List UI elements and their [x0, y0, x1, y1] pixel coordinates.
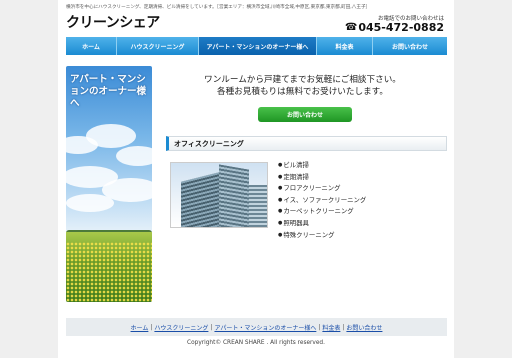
phone-text: 045-472-0882 [358, 21, 444, 34]
list-item: イス、ソファークリーニング [278, 195, 366, 207]
nav-contact[interactable]: お問い合わせ [373, 37, 447, 55]
footer-separator: | [318, 323, 321, 331]
footer-link-contact[interactable]: お問い合わせ [346, 323, 382, 332]
list-item: ビル清掃 [278, 160, 366, 172]
page: 横浜市を中心にハウスクリーニング、定期清掃、ビル清掃をしています。［営業エリア：… [58, 0, 454, 358]
phone-icon: ☎ [344, 22, 358, 33]
lead-line-2: 各種お見積もりは無料でお受けいたします。 [216, 87, 389, 97]
footer-separator: | [150, 323, 153, 331]
lead-line-1: ワンルームから戸建てまでお気軽にご相談下さい。 [204, 75, 401, 85]
site-tagline: 横浜市を中心にハウスクリーニング、定期清掃、ビル清掃をしています。［営業エリア：… [66, 5, 371, 10]
hero-heading: アパート・マンションのオーナー様へ [70, 74, 147, 109]
footer-link-home[interactable]: ホーム [131, 323, 149, 332]
footer-separator: | [342, 323, 345, 331]
nav-house-cleaning[interactable]: ハウスクリーニング [117, 37, 199, 55]
main-nav: ホーム ハウスクリーニング アパート・マンションのオーナー様へ 料金表 お問い合… [66, 37, 447, 55]
footer-link-house-cleaning[interactable]: ハウスクリーニング [154, 323, 208, 332]
contact-button[interactable]: お問い合わせ [258, 107, 352, 122]
footer-nav: ホーム | ハウスクリーニング | アパート・マンションのオーナー様へ | 料金… [66, 318, 447, 336]
office-building-photo [170, 162, 268, 228]
footer-link-apartment-owners[interactable]: アパート・マンションのオーナー様へ [214, 323, 316, 332]
lead-text: ワンルームから戸建てまでお気軽にご相談下さい。 各種お見積もりは無料でお受けいた… [158, 74, 447, 98]
list-item: カーペットクリーニング [278, 206, 366, 218]
office-cleaning-heading: オフィスクリーニング [166, 136, 447, 151]
site-logo[interactable]: クリーンシェア [66, 12, 160, 32]
flower-field [66, 242, 152, 302]
list-item: 特殊クリーニング [278, 230, 366, 242]
footer-link-price-list[interactable]: 料金表 [322, 323, 340, 332]
hero-image: アパート・マンションのオーナー様へ [66, 66, 152, 302]
nav-price-list[interactable]: 料金表 [317, 37, 373, 55]
nav-apartment-owners[interactable]: アパート・マンションのオーナー様へ [199, 37, 317, 55]
nav-home[interactable]: ホーム [66, 37, 117, 55]
list-item: フロアクリーニング [278, 183, 366, 195]
service-list: ビル清掃 定期清掃 フロアクリーニング イス、ソファークリーニング カーペットク… [278, 160, 366, 241]
list-item: 定期清掃 [278, 172, 366, 184]
list-item: 照明器具 [278, 218, 366, 230]
phone-number: ☎ 045-472-0882 [345, 21, 444, 34]
copyright: Copyright© CREAN SHARE . All rights rese… [187, 340, 325, 346]
footer-separator: | [210, 323, 213, 331]
